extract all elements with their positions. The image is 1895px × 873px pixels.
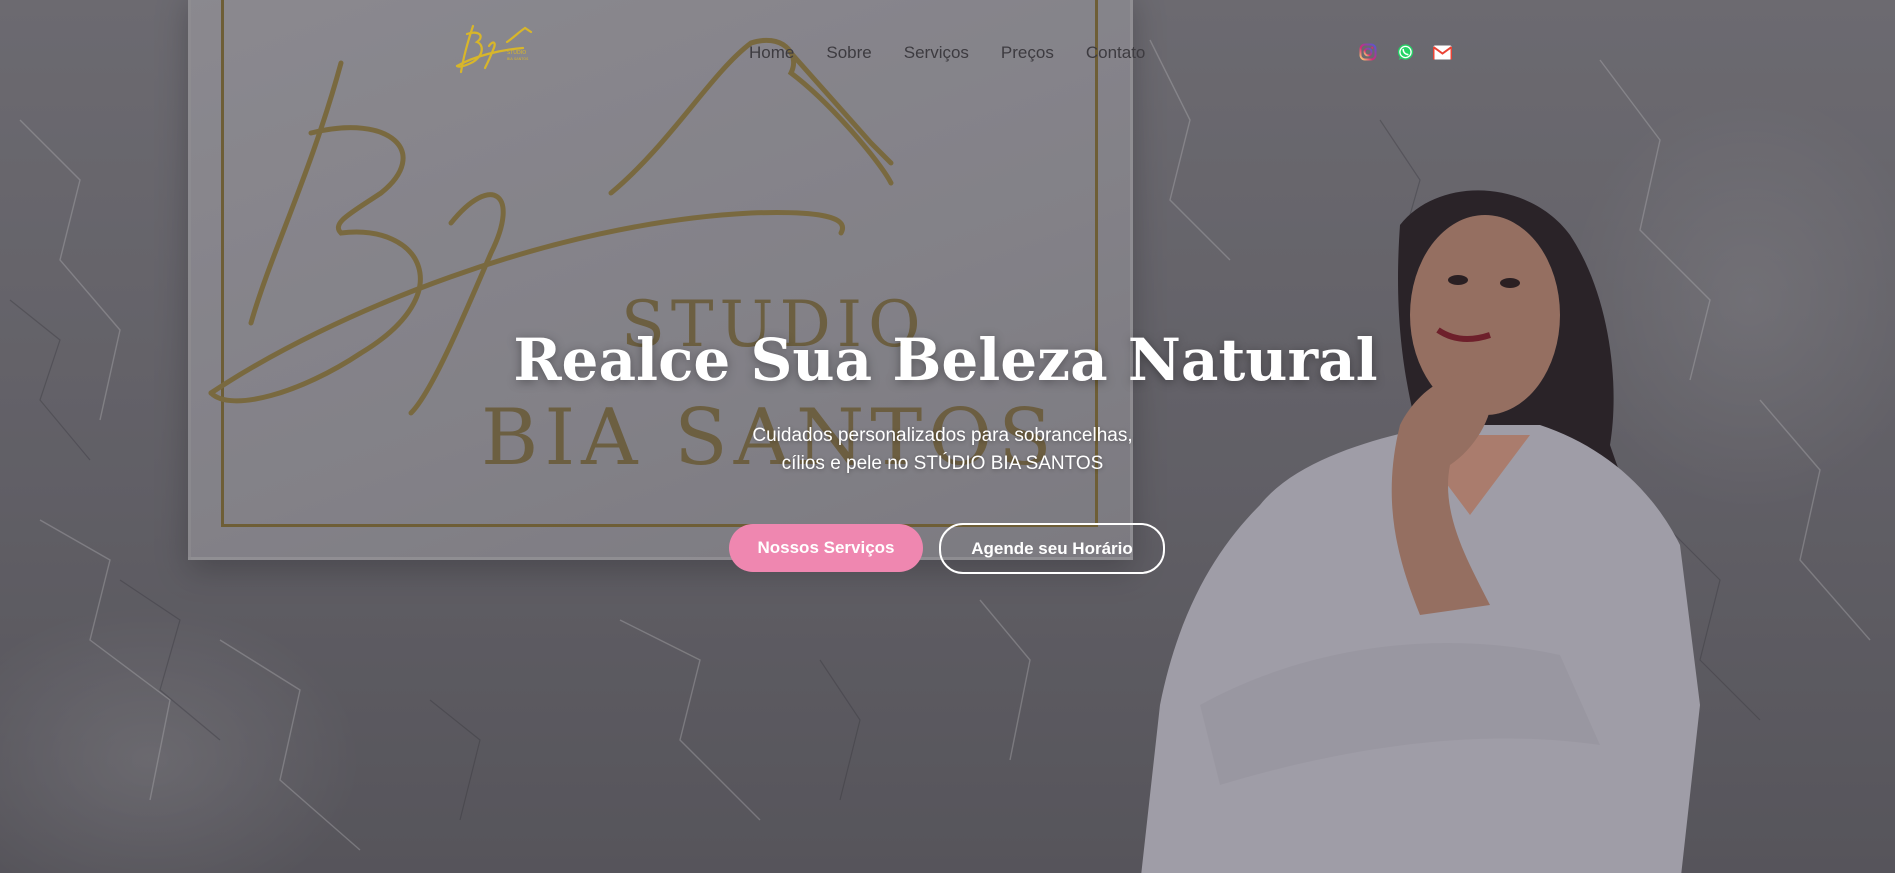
hero-subtitle-line-1: Cuidados personalizados para sobrancelha… (752, 425, 1133, 446)
schedule-button[interactable]: Agende seu Horário (939, 523, 1165, 574)
hero-title: Realce Sua Beleza Natural (513, 326, 1378, 394)
hero-subtitle-line-2: cílios e pele no STÚDIO BIA SANTOS (781, 453, 1104, 474)
hero-section: Realce Sua Beleza Natural Cuidados perso… (0, 0, 1895, 873)
hero-subtitle: Cuidados personalizados para sobrancelha… (0, 422, 1890, 478)
services-button[interactable]: Nossos Serviços (729, 524, 923, 572)
